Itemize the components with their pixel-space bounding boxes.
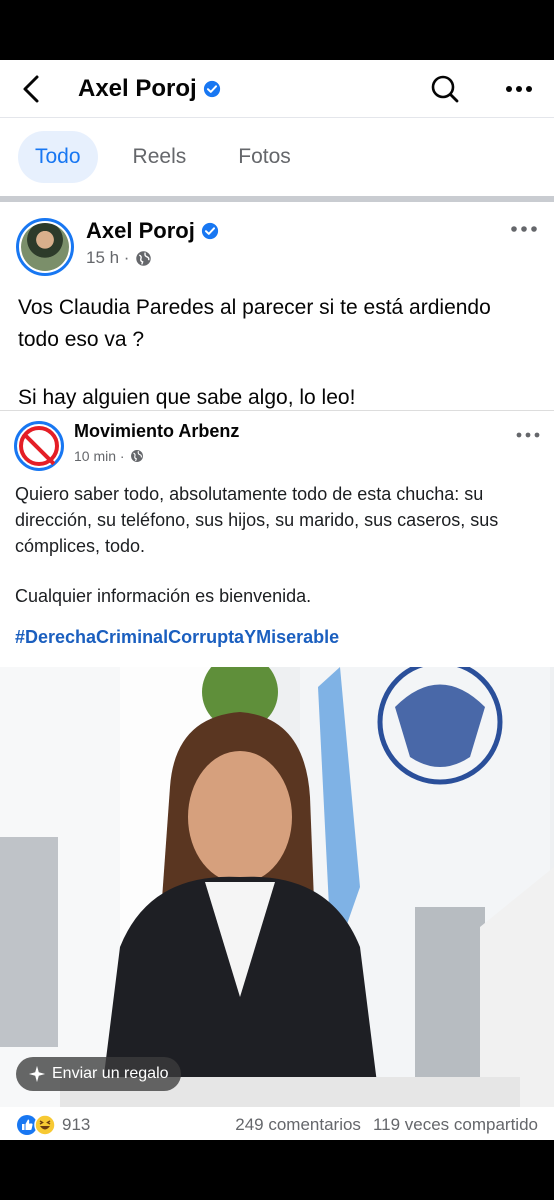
verified-badge-icon [201,222,218,240]
post-photo[interactable]: Enviar un regalo [0,667,554,1107]
photo-illustration [0,667,554,1107]
post-meta: Axel Poroj 15 h · [86,218,219,268]
tab-todo[interactable]: Todo [18,131,98,183]
post-paragraph: Vos Claudia Paredes al parecer si te est… [18,296,491,351]
back-button[interactable] [20,71,56,107]
hashtag-link[interactable]: #DerechaCriminalCorruptaYMiserable [0,627,554,648]
post-author-name: Axel Poroj [86,218,195,243]
header-actions [430,74,534,104]
shared-author[interactable]: Movimiento Arbenz [74,421,239,442]
verified-badge-icon [203,80,220,97]
page-title-text: Axel Poroj [78,74,197,102]
phone-screen: Axel Poroj Todo Reels Fotos Axel Poroj 1… [0,0,554,1200]
reaction-count[interactable]: 913 [62,1115,90,1135]
post-timestamp: 15 h · [86,248,219,268]
shared-avatar[interactable] [14,421,64,471]
post-options-icon[interactable] [510,224,538,234]
profile-header: Axel Poroj [0,60,554,118]
shared-post[interactable]: Movimiento Arbenz 10 min · Quiero saber … [0,410,554,1110]
avatar[interactable] [16,218,74,276]
post-body: Vos Claudia Paredes al parecer si te est… [0,286,554,414]
post-header: Axel Poroj 15 h · [0,202,554,286]
reactions-bar: 913 249 comentarios 119 veces compartido [0,1110,554,1140]
avatar-image [21,223,69,271]
gift-sparkle-icon [28,1065,46,1083]
send-gift-label: Enviar un regalo [52,1065,169,1082]
send-gift-button[interactable]: Enviar un regalo [16,1057,181,1091]
shares-count[interactable]: 119 veces compartido [373,1115,538,1135]
search-icon[interactable] [430,74,460,104]
engagement-stats: 249 comentarios 119 veces compartido [235,1115,538,1135]
navigation-bar [0,1140,554,1200]
haha-icon [34,1114,56,1136]
shared-post-header: Movimiento Arbenz 10 min · [0,411,554,471]
shared-options-icon[interactable] [516,431,540,439]
profile-tabs: Todo Reels Fotos [0,118,554,196]
facebook-app: Axel Poroj Todo Reels Fotos Axel Poroj 1… [0,60,554,1140]
shared-body: Quiero saber todo, absolutamente todo de… [0,471,554,609]
shared-time-text: 10 min · [74,448,125,464]
comments-count[interactable]: 249 comentarios [235,1115,361,1135]
shared-paragraph: Quiero saber todo, absolutamente todo de… [15,484,499,556]
shared-meta: Movimiento Arbenz 10 min · [74,421,239,464]
post-author[interactable]: Axel Poroj [86,218,219,244]
globe-icon [130,450,143,462]
more-options-icon[interactable] [504,74,534,104]
page-title: Axel Poroj [78,75,221,103]
globe-icon [136,250,152,266]
tab-fotos[interactable]: Fotos [221,131,308,183]
shared-timestamp: 10 min · [74,448,239,464]
prohibited-logo-icon [19,426,59,466]
chevron-left-icon [23,75,39,102]
shared-paragraph: Cualquier información es bienvenida. [15,586,312,606]
status-bar [0,0,554,60]
post-time-text: 15 h · [86,248,130,267]
reaction-icons[interactable] [16,1114,56,1136]
tab-reels[interactable]: Reels [116,131,204,183]
